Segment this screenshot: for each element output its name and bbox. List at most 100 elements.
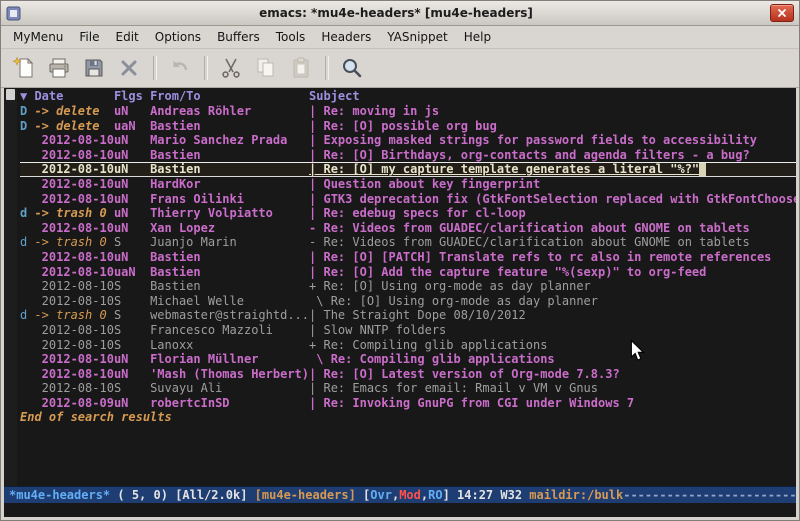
mode-line-segment: W32: [500, 488, 529, 502]
message-row[interactable]: 2012-08-10S Bastien + Re: [O] Using org-…: [20, 279, 796, 294]
menu-item-help[interactable]: Help: [456, 27, 499, 47]
mode-line[interactable]: *mu4e-headers* ( 5, 0) [All/2.0k] [mu4e-…: [4, 486, 796, 503]
subject-cell: | Re: edebug specs for cl-loop: [309, 206, 526, 220]
date-cell: 2012-08-10: [34, 294, 113, 308]
column-header-date[interactable]: Date: [34, 89, 113, 103]
save-icon: [82, 56, 106, 80]
mark-target: -> trash 0: [34, 308, 113, 322]
mark-target: -> delete: [34, 104, 113, 118]
column-header-subject[interactable]: Subject: [309, 89, 360, 103]
subject-cell: | Slow NNTP folders: [309, 323, 446, 337]
undo-button[interactable]: [165, 53, 195, 83]
subject-cell: - Re: Videos from GUADEC/clarification a…: [309, 221, 750, 235]
headers-window: ▼ Date Flgs From/To Subject D -> delete …: [4, 88, 796, 486]
search-button[interactable]: [337, 53, 367, 83]
print-icon: [47, 56, 71, 80]
window-close-button[interactable]: [770, 4, 794, 22]
message-row[interactable]: 2012-08-10uN HardKor | Question about ke…: [20, 177, 796, 192]
from-cell: Bastien: [150, 162, 309, 176]
subject-cell: | Re: [O] my capture template generates …: [309, 162, 699, 176]
mark-target: -> trash 0: [34, 206, 113, 220]
message-row[interactable]: 2012-08-09uN robertcInSD | Re: Invoking …: [20, 396, 796, 411]
mark-char: [20, 221, 34, 235]
message-row[interactable]: 2012-08-10uN Frans Oilinki | GTK3 deprec…: [20, 192, 796, 207]
title-bar[interactable]: emacs: *mu4e-headers* [mu4e-headers]: [1, 1, 799, 26]
message-row[interactable]: 2012-08-10uN Xan Lopez - Re: Videos from…: [20, 221, 796, 236]
mode-line-segment: Mod: [399, 488, 421, 502]
mark-char: D: [20, 104, 34, 118]
mode-line-segment: *mu4e-headers*: [9, 488, 110, 502]
from-cell: Suvayu Ali: [150, 381, 309, 395]
copy-button[interactable]: [251, 53, 281, 83]
scrollbar[interactable]: [4, 88, 17, 486]
message-row[interactable]: d -> trash 0 uN Thierry Volpiatto | Re: …: [20, 206, 796, 221]
date-cell: 2012-08-09: [34, 396, 113, 410]
save-button[interactable]: [79, 53, 109, 83]
message-row[interactable]: 2012-08-10S Francesco Mazzoli | Slow NNT…: [20, 323, 796, 338]
column-header-from[interactable]: From/To: [150, 89, 309, 103]
mark-char: [20, 192, 34, 206]
message-row[interactable]: 2012-08-10uN 'Mash (Thomas Herbert)| Re:…: [20, 367, 796, 382]
menu-item-mymenu[interactable]: MyMenu: [5, 27, 71, 47]
mark-char: d: [20, 308, 34, 322]
message-row[interactable]: d -> trash 0 S webmaster@straightd...| T…: [20, 308, 796, 323]
date-cell: 2012-08-10: [34, 323, 113, 337]
message-row[interactable]: D -> delete uaN Bastien | Re: [O] possib…: [20, 119, 796, 134]
from-cell: 'Mash (Thomas Herbert): [150, 367, 309, 381]
message-row[interactable]: 2012-08-10S Lanoxx + Re: Compiling glib …: [20, 338, 796, 353]
cut-button[interactable]: [216, 53, 246, 83]
mark-char: d: [20, 235, 34, 249]
flags-cell: uN: [114, 396, 150, 410]
date-cell: 2012-08-10: [34, 381, 113, 395]
mark-char: [20, 294, 34, 308]
print-button[interactable]: [44, 53, 74, 83]
subject-cell: | Re: Invoking GnuPG from CGI under Wind…: [309, 396, 634, 410]
message-row[interactable]: 2012-08-10S Michael Welle \ Re: [O] Usin…: [20, 294, 796, 309]
mark-target: -> trash 0: [34, 235, 113, 249]
message-row[interactable]: 2012-08-10uN Florian Müllner \ Re: Compi…: [20, 352, 796, 367]
message-row[interactable]: 2012-08-10uN Bastien | Re: [O] my captur…: [20, 162, 796, 177]
menu-item-yasnippet[interactable]: YASnippet: [379, 27, 456, 47]
subject-cell: + Re: Compiling glib applications: [309, 338, 547, 352]
menu-item-buffers[interactable]: Buffers: [209, 27, 268, 47]
menu-bar: MyMenuFileEditOptionsBuffersToolsHeaders…: [1, 26, 799, 49]
message-row[interactable]: d -> trash 0 S Juanjo Marin - Re: Videos…: [20, 235, 796, 250]
subject-cell: | Re: [O] Latest version of Org-mode 7.8…: [309, 367, 620, 381]
message-row[interactable]: 2012-08-10uN Mario Sanchez Prada | Expos…: [20, 133, 796, 148]
close-icon: [117, 56, 141, 80]
close-button[interactable]: [114, 53, 144, 83]
date-cell: 2012-08-10: [34, 133, 113, 147]
menu-item-file[interactable]: File: [71, 27, 107, 47]
message-row[interactable]: D -> delete uN Andreas Röhler | Re: movi…: [20, 104, 796, 119]
window-menu-icon[interactable]: [6, 5, 22, 21]
column-header-flags[interactable]: Flgs: [114, 89, 150, 103]
mark-char: [20, 323, 34, 337]
subject-cell: | Exposing masked strings for password f…: [309, 133, 757, 147]
menu-item-edit[interactable]: Edit: [108, 27, 147, 47]
mark-char: [20, 162, 34, 176]
message-row[interactable]: 2012-08-10uN Bastien | Re: [O] Birthdays…: [20, 148, 796, 163]
headers-header-line[interactable]: ▼ Date Flgs From/To Subject: [20, 88, 796, 104]
text-cursor: [699, 162, 706, 176]
new-file-button[interactable]: [9, 53, 39, 83]
subject-cell: \ Re: Compiling glib applications: [309, 352, 555, 366]
new-file-icon: [12, 56, 36, 80]
subject-cell: | GTK3 deprecation fix (GtkFontSelection…: [309, 192, 796, 206]
menu-item-options[interactable]: Options: [147, 27, 209, 47]
menu-item-headers[interactable]: Headers: [313, 27, 379, 47]
message-row[interactable]: 2012-08-10S Suvayu Ali | Re: Emacs for e…: [20, 381, 796, 396]
echo-area[interactable]: [4, 503, 796, 517]
from-cell: Bastien: [150, 279, 309, 293]
menu-item-tools[interactable]: Tools: [268, 27, 314, 47]
buffer-empty-area[interactable]: [20, 425, 796, 486]
message-row[interactable]: 2012-08-10uaN Bastien | Re: [O] Add the …: [20, 265, 796, 280]
paste-button[interactable]: [286, 53, 316, 83]
date-cell: 2012-08-10: [34, 265, 113, 279]
message-row[interactable]: 2012-08-10uN Bastien | Re: [O] [PATCH] T…: [20, 250, 796, 265]
subject-cell: | Re: [O] possible org bug: [309, 119, 497, 133]
subject-cell: \ Re: [O] Using org-mode as day planner: [309, 294, 598, 308]
scrollbar-thumb[interactable]: [6, 89, 15, 100]
flags-cell: uN: [114, 148, 150, 162]
from-cell: Frans Oilinki: [150, 192, 309, 206]
mode-line-segment: ]: [443, 488, 457, 502]
